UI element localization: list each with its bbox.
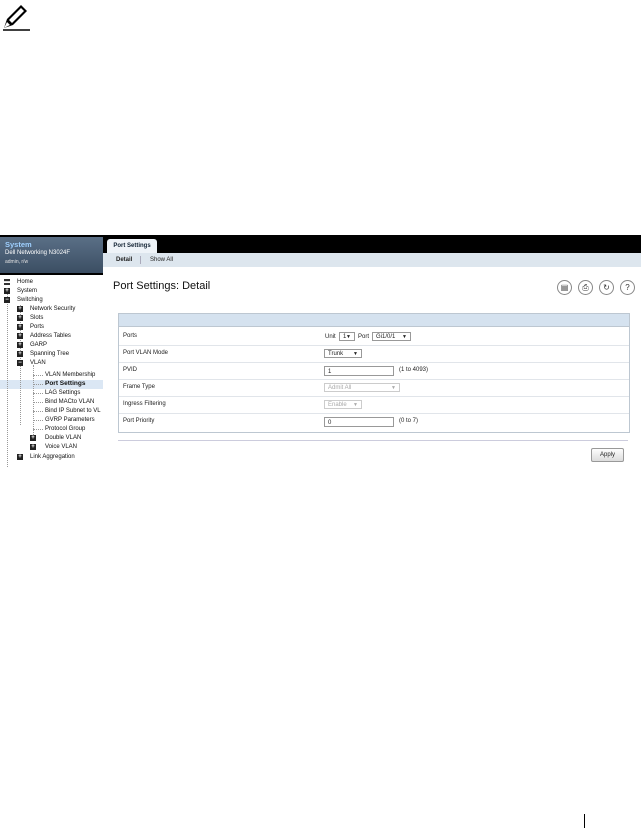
nav-item-home[interactable]: Home bbox=[17, 278, 33, 286]
tab-bar: Port Settings bbox=[103, 235, 641, 253]
pvid-input[interactable]: 1 bbox=[324, 366, 394, 376]
nav-item-lag-settings[interactable]: LAG Settings bbox=[45, 389, 80, 397]
nav-item-link-aggregation[interactable]: Link Aggregation bbox=[30, 453, 75, 461]
expand-icon[interactable]: + bbox=[30, 444, 36, 450]
chevron-down-icon: ▼ bbox=[346, 334, 351, 340]
nav-item-bind-ip-subnet[interactable]: Bind IP Subnet to VL bbox=[45, 407, 101, 415]
page-title: Port Settings: Detail bbox=[113, 280, 211, 292]
print-icon[interactable]: ⎙ bbox=[578, 280, 593, 295]
brand-header: System Dell Networking N3024F admin, r/w bbox=[0, 237, 103, 273]
navigation-panel: System Dell Networking N3024F admin, r/w… bbox=[0, 235, 103, 468]
screenshot-figure: System Dell Networking N3024F admin, r/w… bbox=[0, 235, 641, 468]
brand-model: Dell Networking N3024F bbox=[5, 250, 71, 256]
navigation-tree: ▬ Home + System − Switching + Network Se… bbox=[0, 275, 103, 468]
unit-select[interactable]: 1 ▼ bbox=[339, 332, 355, 341]
expand-icon[interactable]: + bbox=[17, 324, 23, 330]
port-select[interactable]: Gi1/0/1 ▼ bbox=[372, 332, 411, 341]
save-icon[interactable]: ▤ bbox=[557, 280, 572, 295]
form-divider bbox=[118, 440, 628, 441]
subtab-divider bbox=[140, 256, 141, 264]
vlan-mode-select[interactable]: Trunk ▼ bbox=[324, 349, 362, 358]
chevron-down-icon: ▼ bbox=[402, 334, 407, 340]
brand-title: System bbox=[5, 240, 32, 249]
nav-item-switching[interactable]: Switching bbox=[17, 296, 43, 304]
pvid-label: PVID bbox=[123, 367, 138, 373]
collapse-icon[interactable]: − bbox=[17, 360, 23, 366]
nav-item-voice-vlan[interactable]: Voice VLAN bbox=[45, 443, 77, 451]
chevron-down-icon: ▼ bbox=[391, 385, 396, 391]
nav-item-protocol-group[interactable]: Protocol Group bbox=[45, 425, 85, 433]
priority-input[interactable]: 0 bbox=[324, 417, 394, 427]
tab-port-settings[interactable]: Port Settings bbox=[107, 239, 157, 253]
nav-item-port-settings[interactable]: Port Settings bbox=[45, 380, 85, 388]
priority-label: Port Priority bbox=[123, 418, 155, 424]
sub-tab-bar: Detail Show All bbox=[103, 253, 641, 267]
port-label: Port bbox=[358, 334, 370, 340]
chevron-down-icon: ▼ bbox=[353, 351, 358, 357]
nav-item-gvrp-parameters[interactable]: GVRP Parameters bbox=[45, 416, 95, 424]
pvid-range: (1 to 4093) bbox=[399, 367, 429, 373]
expand-icon[interactable]: + bbox=[17, 333, 23, 339]
expand-icon[interactable]: + bbox=[17, 342, 23, 348]
unit-label: Unit bbox=[325, 334, 336, 340]
priority-range: (0 to 7) bbox=[399, 418, 419, 424]
subtab-detail[interactable]: Detail bbox=[116, 253, 132, 267]
row-pvid: PVID 1 (1 to 4093) bbox=[119, 363, 629, 380]
nav-item-vlan-membership[interactable]: VLAN Membership bbox=[45, 371, 95, 379]
help-icon[interactable]: ? bbox=[620, 280, 635, 295]
chevron-down-icon: ▼ bbox=[353, 402, 358, 408]
ports-label: Ports bbox=[123, 333, 138, 339]
row-vlan-mode: Port VLAN Mode Trunk ▼ bbox=[119, 346, 629, 363]
panel-header bbox=[119, 314, 629, 327]
expand-icon[interactable]: + bbox=[17, 315, 23, 321]
frame-type-label: Frame Type bbox=[123, 384, 155, 390]
nav-item-slots[interactable]: Slots bbox=[30, 314, 43, 322]
ingress-label: Ingress Filtering bbox=[123, 401, 166, 407]
brand-user: admin, r/w bbox=[5, 259, 29, 265]
nav-item-address-tables[interactable]: Address Tables bbox=[30, 332, 71, 340]
expand-icon[interactable]: + bbox=[17, 351, 23, 357]
ingress-select: Enable ▼ bbox=[324, 400, 362, 409]
vlan-mode-label: Port VLAN Mode bbox=[123, 350, 169, 356]
frame-type-select: Admit All ▼ bbox=[324, 383, 400, 392]
apply-button[interactable]: Apply bbox=[591, 448, 624, 462]
nav-item-system[interactable]: System bbox=[17, 287, 37, 295]
row-frame-type: Frame Type Admit All ▼ bbox=[119, 380, 629, 397]
settings-panel: Ports Unit 1 ▼ Port Gi1/0/1 ▼ Port VLAN Mo… bbox=[118, 313, 630, 433]
home-icon: ▬ bbox=[4, 279, 10, 285]
nav-item-garp[interactable]: GARP bbox=[30, 341, 47, 349]
refresh-icon[interactable]: ↻ bbox=[599, 280, 614, 295]
nav-item-bind-mac-to-vlan[interactable]: Bind MACto VLAN bbox=[45, 398, 94, 406]
row-ports: Ports Unit 1 ▼ Port Gi1/0/1 ▼ bbox=[119, 329, 629, 346]
row-ingress-filtering: Ingress Filtering Enable ▼ bbox=[119, 397, 629, 414]
page-margin-rule bbox=[584, 814, 585, 828]
nav-item-network-security[interactable]: Network Security bbox=[30, 305, 75, 313]
nav-item-double-vlan[interactable]: Double VLAN bbox=[45, 434, 81, 442]
nav-item-vlan[interactable]: VLAN bbox=[30, 359, 46, 367]
subtab-show-all[interactable]: Show All bbox=[150, 253, 173, 267]
collapse-icon[interactable]: − bbox=[4, 297, 10, 303]
row-port-priority: Port Priority 0 (0 to 7) bbox=[119, 414, 629, 430]
nav-item-ports[interactable]: Ports bbox=[30, 323, 44, 331]
expand-icon[interactable]: + bbox=[17, 306, 23, 312]
nav-item-spanning-tree[interactable]: Spanning Tree bbox=[30, 350, 69, 358]
expand-icon[interactable]: + bbox=[30, 435, 36, 441]
expand-icon[interactable]: + bbox=[17, 454, 23, 460]
expand-icon[interactable]: + bbox=[4, 288, 10, 294]
note-pencil-icon bbox=[3, 5, 30, 31]
